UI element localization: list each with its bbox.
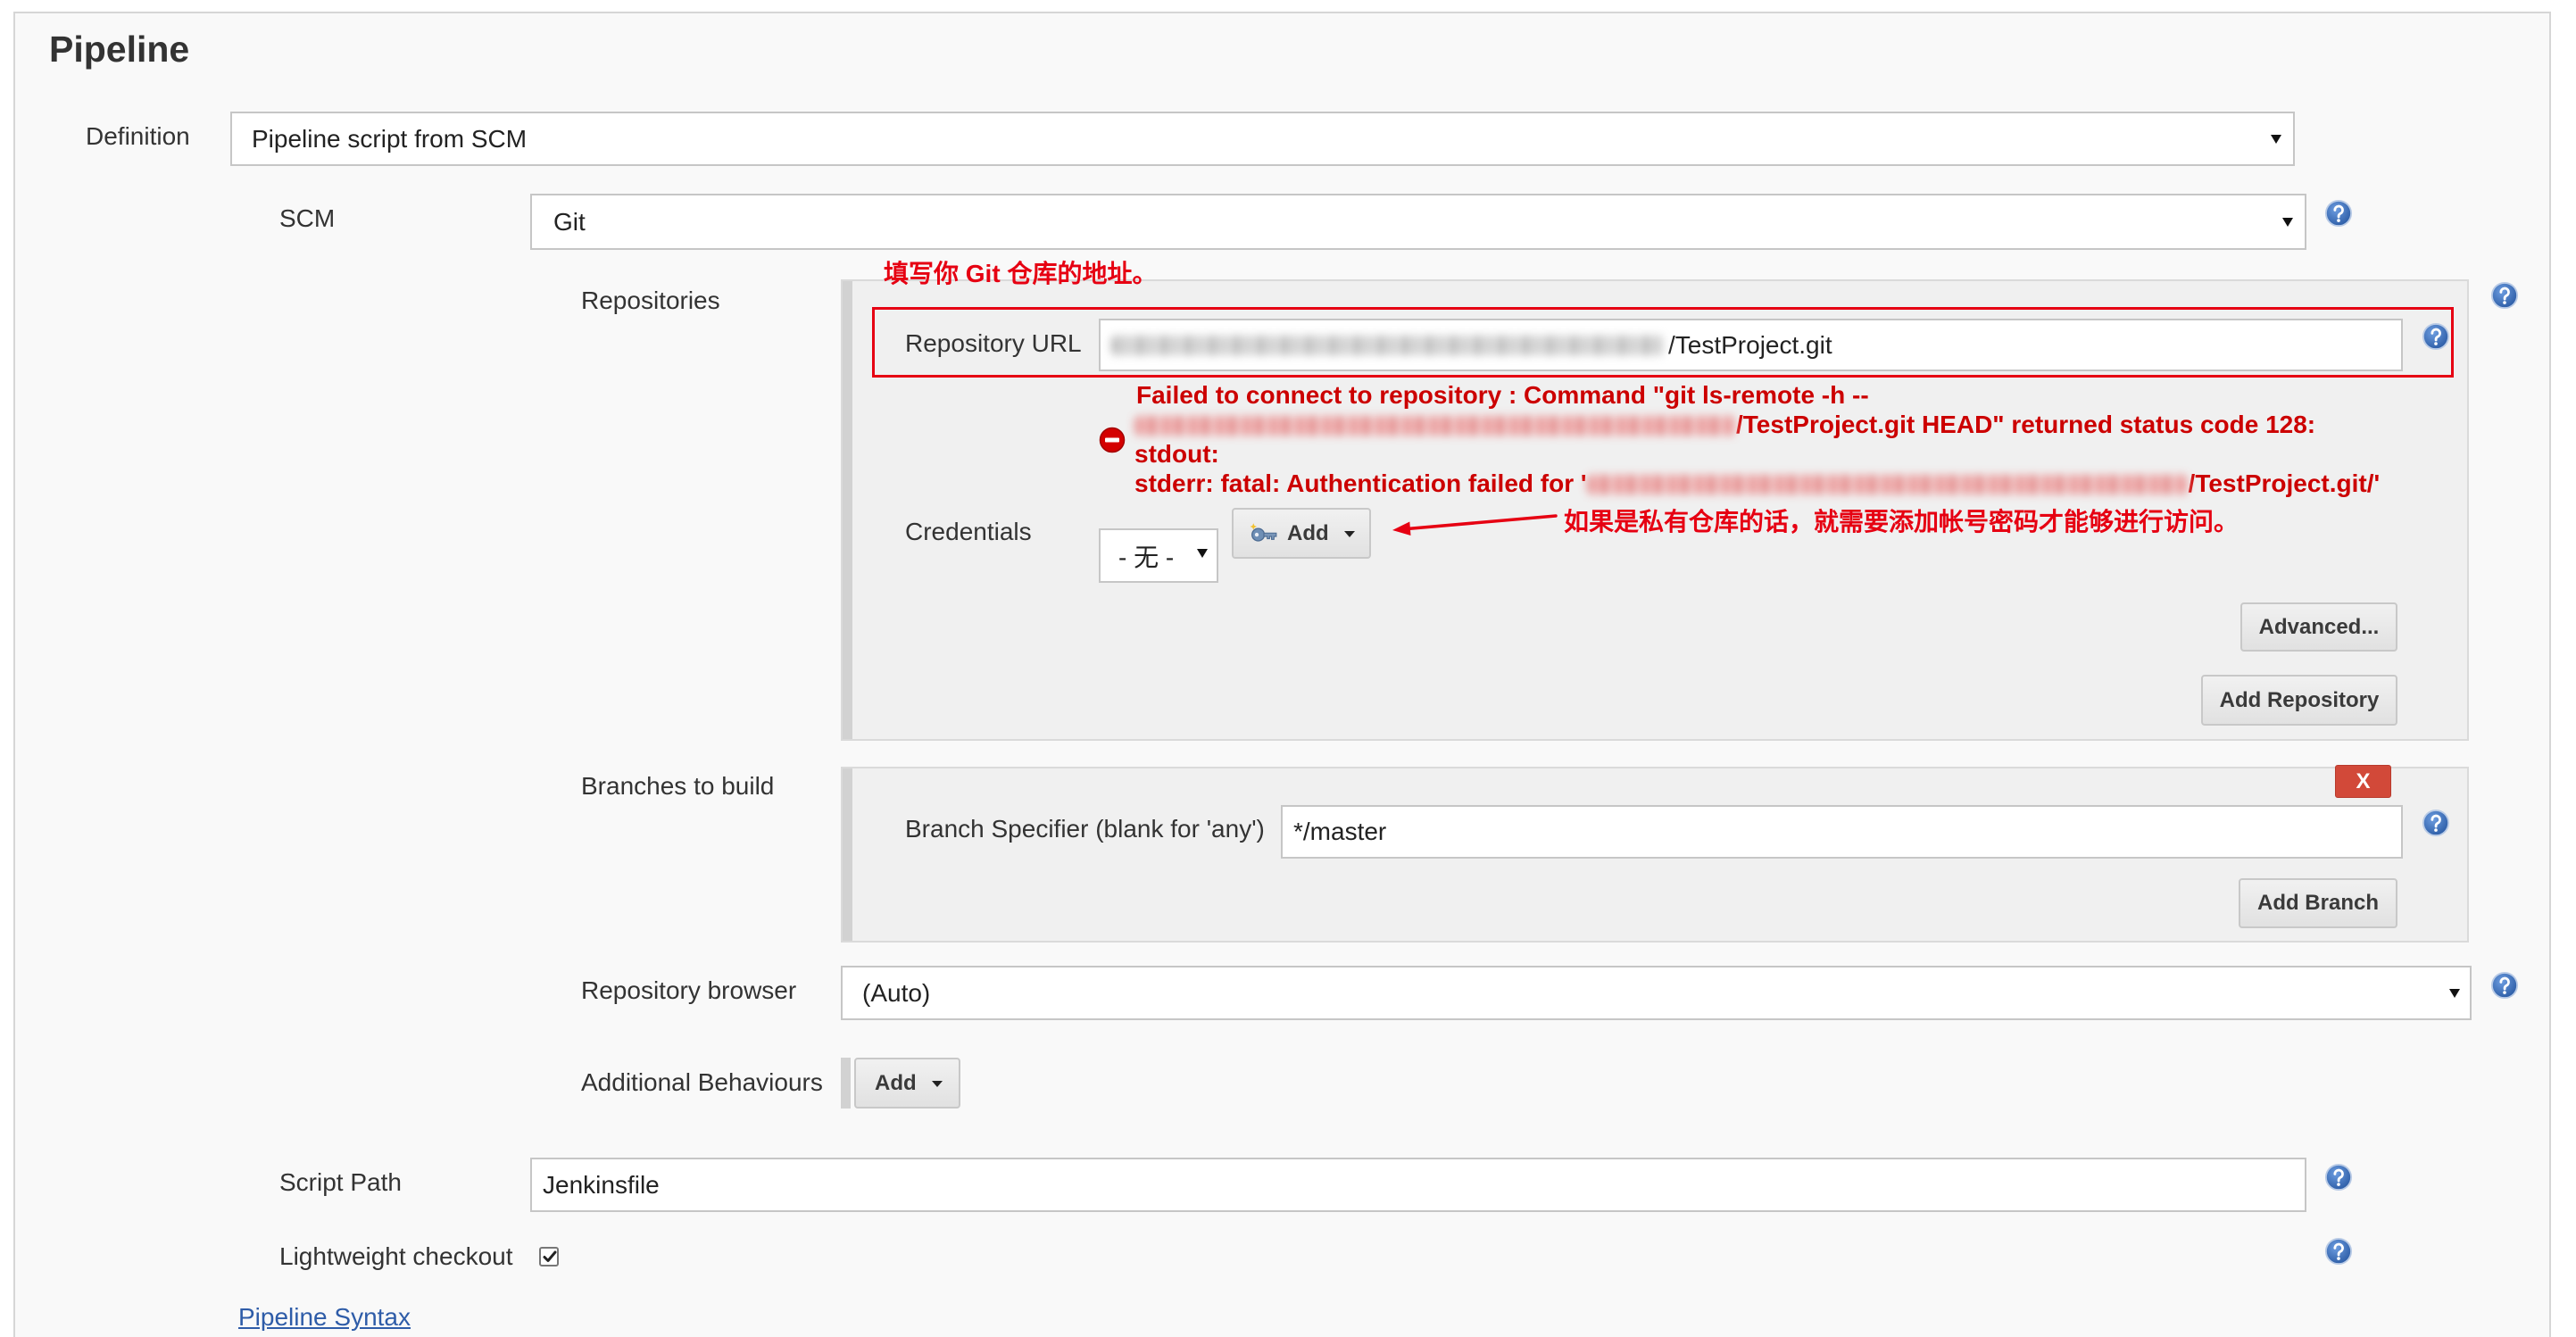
- script-path-input[interactable]: Jenkinsfile: [530, 1158, 2306, 1212]
- script-path-help-icon[interactable]: [2324, 1163, 2353, 1192]
- scm-help-icon[interactable]: [2324, 199, 2353, 228]
- additional-behaviours-add-button[interactable]: Add: [854, 1058, 960, 1109]
- error-line-4-text-start: stderr: fatal: Authentication failed for…: [1134, 469, 1587, 497]
- chevron-down-icon: [1197, 548, 1208, 558]
- redacted-url: [1586, 475, 2189, 494]
- chevron-down-icon: [2282, 217, 2293, 227]
- definition-select-value: Pipeline script from SCM: [252, 124, 528, 153]
- repository-browser-label: Repository browser: [581, 976, 797, 1004]
- jenkins-pipeline-config: Pipeline Definition Pipeline script from…: [0, 0, 2576, 1337]
- chevron-down-icon: [2271, 134, 2281, 144]
- additional-behaviours-label: Additional Behaviours: [581, 1068, 823, 1096]
- credentials-add-button[interactable]: Add: [1232, 508, 1371, 559]
- repository-browser-help-icon[interactable]: [2490, 971, 2519, 1000]
- branch-specifier-input[interactable]: */master: [1281, 805, 2403, 859]
- add-repository-button[interactable]: Add Repository: [2201, 675, 2397, 726]
- repository-browser-value: (Auto): [862, 978, 931, 1007]
- add-branch-button[interactable]: Add Branch: [2239, 878, 2397, 928]
- arrow-left-icon: [1392, 514, 1558, 536]
- lightweight-checkout-label: Lightweight checkout: [279, 1242, 513, 1270]
- pipeline-syntax-link[interactable]: Pipeline Syntax: [238, 1302, 411, 1333]
- credentials-select[interactable]: - 无 -: [1099, 528, 1218, 583]
- additional-behaviours-bar: [841, 1058, 851, 1109]
- scm-label: SCM: [279, 204, 336, 232]
- redacted-url-host: [1111, 335, 1665, 355]
- error-line-2-text: /TestProject.git HEAD" returned status c…: [1736, 411, 2316, 438]
- checkmark-icon: [543, 1250, 557, 1262]
- error-line-1: Failed to connect to repository : Comman…: [1136, 381, 1869, 409]
- error-line-4-text-end: /TestProject.git/': [2188, 469, 2381, 497]
- credentials-select-value: - 无 -: [1118, 543, 1175, 571]
- credentials-annotation: 如果是私有仓库的话，就需要添加帐号密码才能够进行访问。: [1564, 508, 2239, 536]
- scm-select-value: Git: [553, 207, 586, 236]
- chevron-down-icon: [2449, 988, 2460, 998]
- lightweight-checkout-help-icon[interactable]: [2324, 1237, 2353, 1266]
- key-icon: [1250, 523, 1277, 542]
- definition-select[interactable]: Pipeline script from SCM: [230, 112, 2295, 166]
- delete-branch-button[interactable]: X: [2335, 765, 2391, 798]
- definition-label: Definition: [86, 122, 190, 150]
- error-line-4: stderr: fatal: Authentication failed for…: [1134, 469, 2380, 498]
- additional-behaviours-add-label: Add: [875, 1071, 917, 1095]
- branches-drag-handle[interactable]: [843, 768, 852, 941]
- repositories-help-icon[interactable]: [2490, 281, 2519, 310]
- repository-url-label: Repository URL: [905, 329, 1082, 357]
- advanced-button[interactable]: Advanced...: [2240, 602, 2397, 652]
- repository-browser-select[interactable]: (Auto): [841, 966, 2472, 1020]
- branch-specifier-label: Branch Specifier (blank for 'any'): [905, 815, 1265, 843]
- script-path-value: Jenkinsfile: [543, 1170, 660, 1199]
- repository-url-annotation: 填写你 Git 仓库的地址。: [884, 260, 1158, 287]
- redacted-url: [1134, 416, 1736, 436]
- credentials-label: Credentials: [905, 518, 1032, 545]
- repository-error-message: Failed to connect to repository : Comman…: [1134, 380, 2380, 498]
- chevron-down-icon: [932, 1080, 943, 1087]
- lightweight-checkout-checkbox[interactable]: [539, 1247, 559, 1266]
- repositories-drag-handle[interactable]: [843, 281, 852, 739]
- script-path-label: Script Path: [279, 1168, 402, 1196]
- credentials-add-label: Add: [1287, 521, 1329, 545]
- scm-select[interactable]: Git: [530, 194, 2306, 250]
- repository-url-input[interactable]: /TestProject.git: [1099, 319, 2403, 371]
- branches-label: Branches to build: [581, 772, 775, 800]
- repositories-label: Repositories: [581, 286, 720, 314]
- repository-url-help-icon[interactable]: [2422, 322, 2450, 351]
- error-icon: [1099, 427, 1126, 453]
- chevron-down-icon: [1344, 530, 1355, 537]
- error-line-3: stdout:: [1134, 440, 1219, 468]
- repository-url-value: /TestProject.git: [1668, 330, 1832, 359]
- branch-specifier-help-icon[interactable]: [2422, 809, 2450, 837]
- error-line-2: /TestProject.git HEAD" returned status c…: [1134, 410, 2380, 439]
- section-title: Pipeline: [49, 29, 190, 70]
- branch-specifier-value: */master: [1293, 818, 1387, 845]
